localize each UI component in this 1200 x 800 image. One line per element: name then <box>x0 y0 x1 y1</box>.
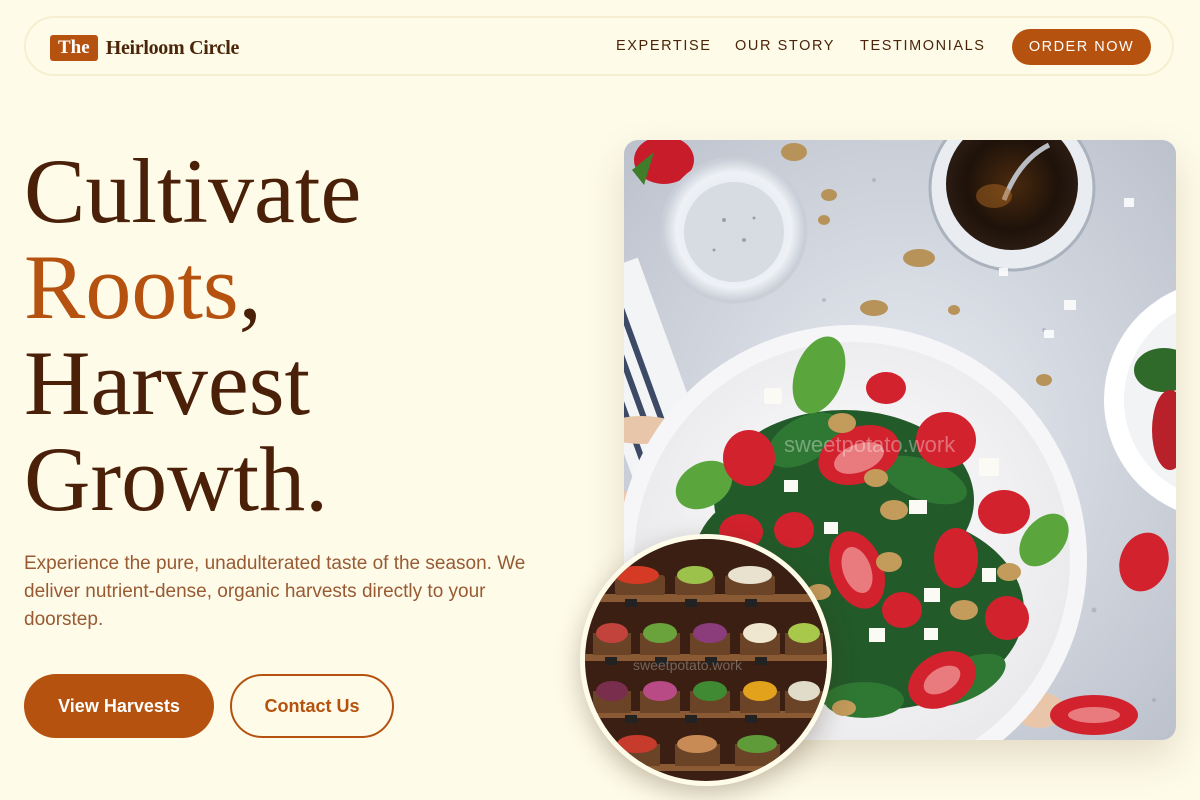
produce-market-image: sweetpotato.work <box>580 534 832 786</box>
headline-comma: , <box>238 236 262 338</box>
brand-badge: The <box>50 35 98 61</box>
salad-watermark: sweetpotato.work <box>784 432 956 457</box>
site-header: The Heirloom Circle EXPERTISE OUR STORY … <box>24 16 1174 76</box>
hero-description: Experience the pure, unadulterated taste… <box>24 553 526 630</box>
nav-link-expertise[interactable]: EXPERTISE <box>616 38 712 54</box>
nav-link-our-story[interactable]: OUR STORY <box>735 38 835 54</box>
order-now-button[interactable]: ORDER NOW <box>1012 29 1151 65</box>
brand-name: Heirloom Circle <box>105 36 240 59</box>
market-illustration: sweetpotato.work <box>585 539 827 781</box>
view-harvests-button[interactable]: View Harvests <box>24 674 214 738</box>
market-watermark: sweetpotato.work <box>633 657 743 673</box>
hero-headline: Cultivate Roots, Harvest Growth. <box>24 143 361 527</box>
headline-line-1: Cultivate <box>24 140 362 242</box>
brand-logo[interactable]: The Heirloom Circle <box>50 34 239 62</box>
nav-link-testimonials[interactable]: TESTIMONIALS <box>860 38 986 54</box>
contact-us-button[interactable]: Contact Us <box>230 674 394 738</box>
headline-accent: Roots <box>24 236 239 338</box>
headline-line-3: Harvest <box>24 332 311 434</box>
headline-line-4: Growth. <box>24 428 329 530</box>
